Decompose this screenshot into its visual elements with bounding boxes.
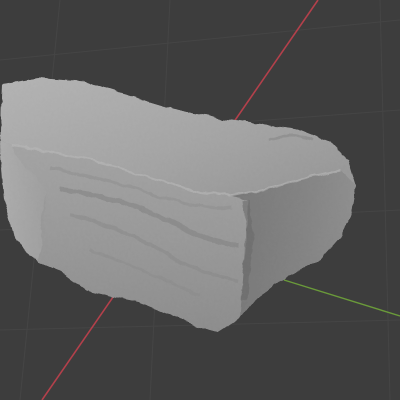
viewport-canvas[interactable]	[0, 0, 400, 400]
3d-viewport[interactable]	[0, 0, 400, 400]
rock-mesh[interactable]	[0, 70, 360, 340]
y-axis-line	[283, 279, 400, 317]
